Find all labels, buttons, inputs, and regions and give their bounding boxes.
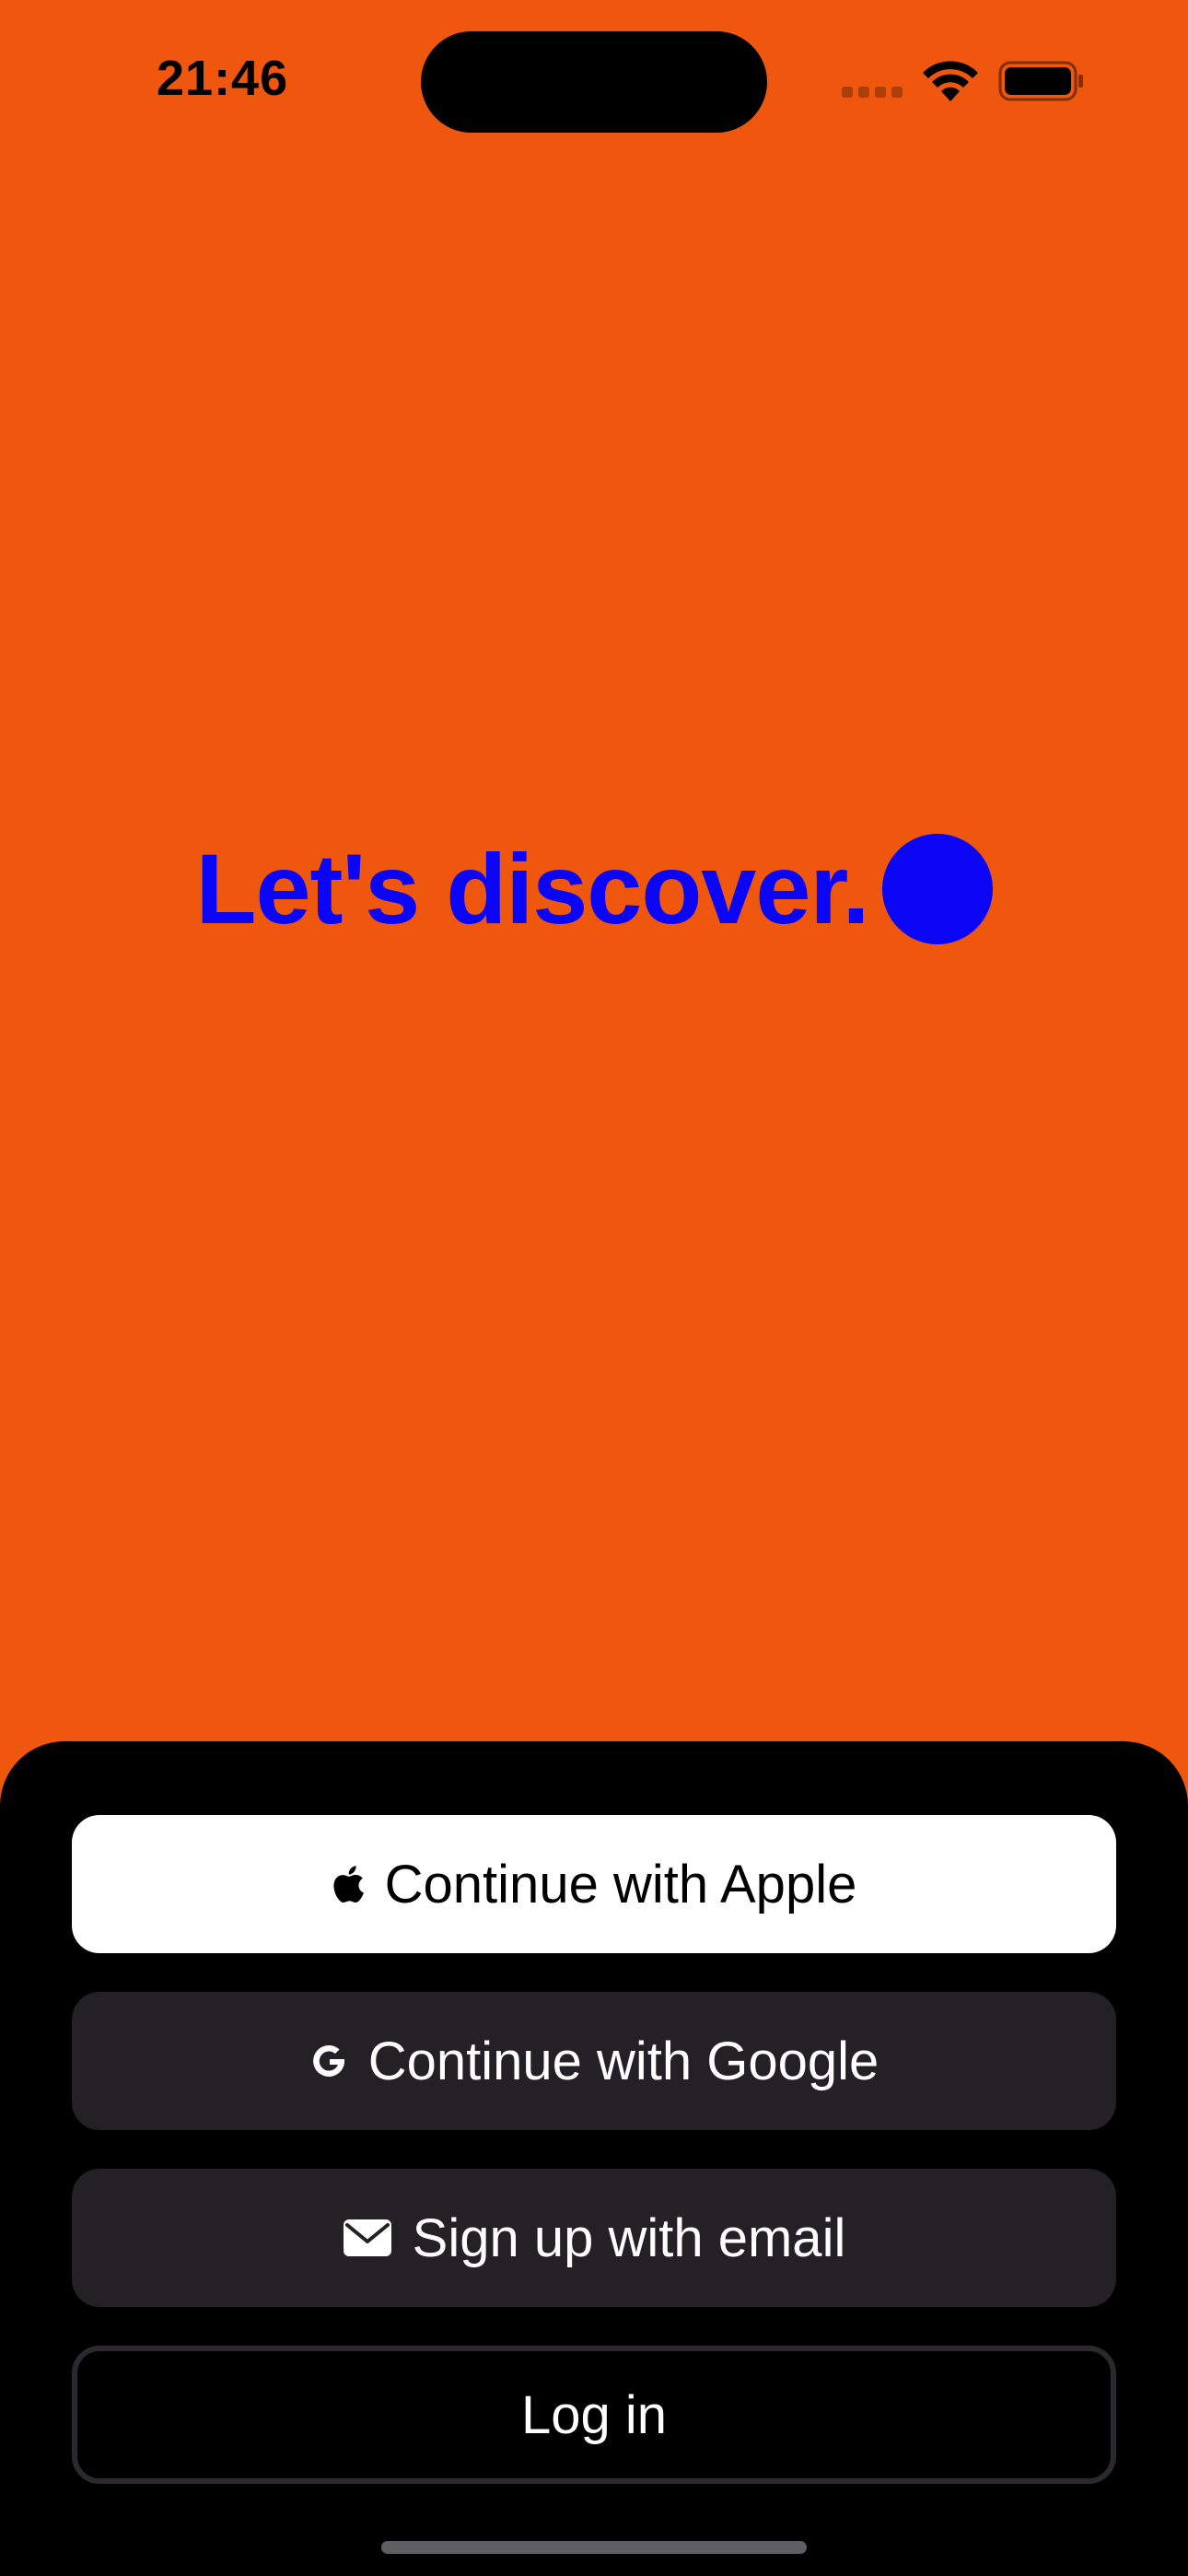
dynamic-island xyxy=(421,31,767,133)
wifi-icon xyxy=(923,61,978,101)
log-in-label: Log in xyxy=(520,2384,668,2445)
home-indicator[interactable] xyxy=(381,2541,807,2554)
hero: Let's discover. xyxy=(0,820,1188,958)
status-time: 21:46 xyxy=(157,51,289,106)
brand-dot xyxy=(881,834,993,944)
google-icon xyxy=(309,2042,348,2080)
status-bar: 21:46 xyxy=(0,0,1188,166)
hero-title: Let's discover. xyxy=(195,833,869,944)
apple-icon xyxy=(332,1865,365,1903)
mail-icon xyxy=(343,2219,392,2257)
battery-icon xyxy=(998,61,1083,101)
cellular-signal-icon xyxy=(842,87,906,98)
continue-with-google-button[interactable]: Continue with Google xyxy=(72,1992,1116,2130)
continue-with-apple-label: Continue with Apple xyxy=(384,1854,857,1914)
sign-up-with-email-button[interactable]: Sign up with email xyxy=(72,2169,1116,2307)
continue-with-google-label: Continue with Google xyxy=(367,2031,879,2091)
continue-with-apple-button[interactable]: Continue with Apple xyxy=(72,1815,1116,1953)
auth-sheet: Continue with Apple Continue with Google… xyxy=(0,1741,1188,2576)
log-in-button[interactable]: Log in xyxy=(72,2346,1116,2484)
sign-up-with-email-label: Sign up with email xyxy=(412,2207,846,2268)
